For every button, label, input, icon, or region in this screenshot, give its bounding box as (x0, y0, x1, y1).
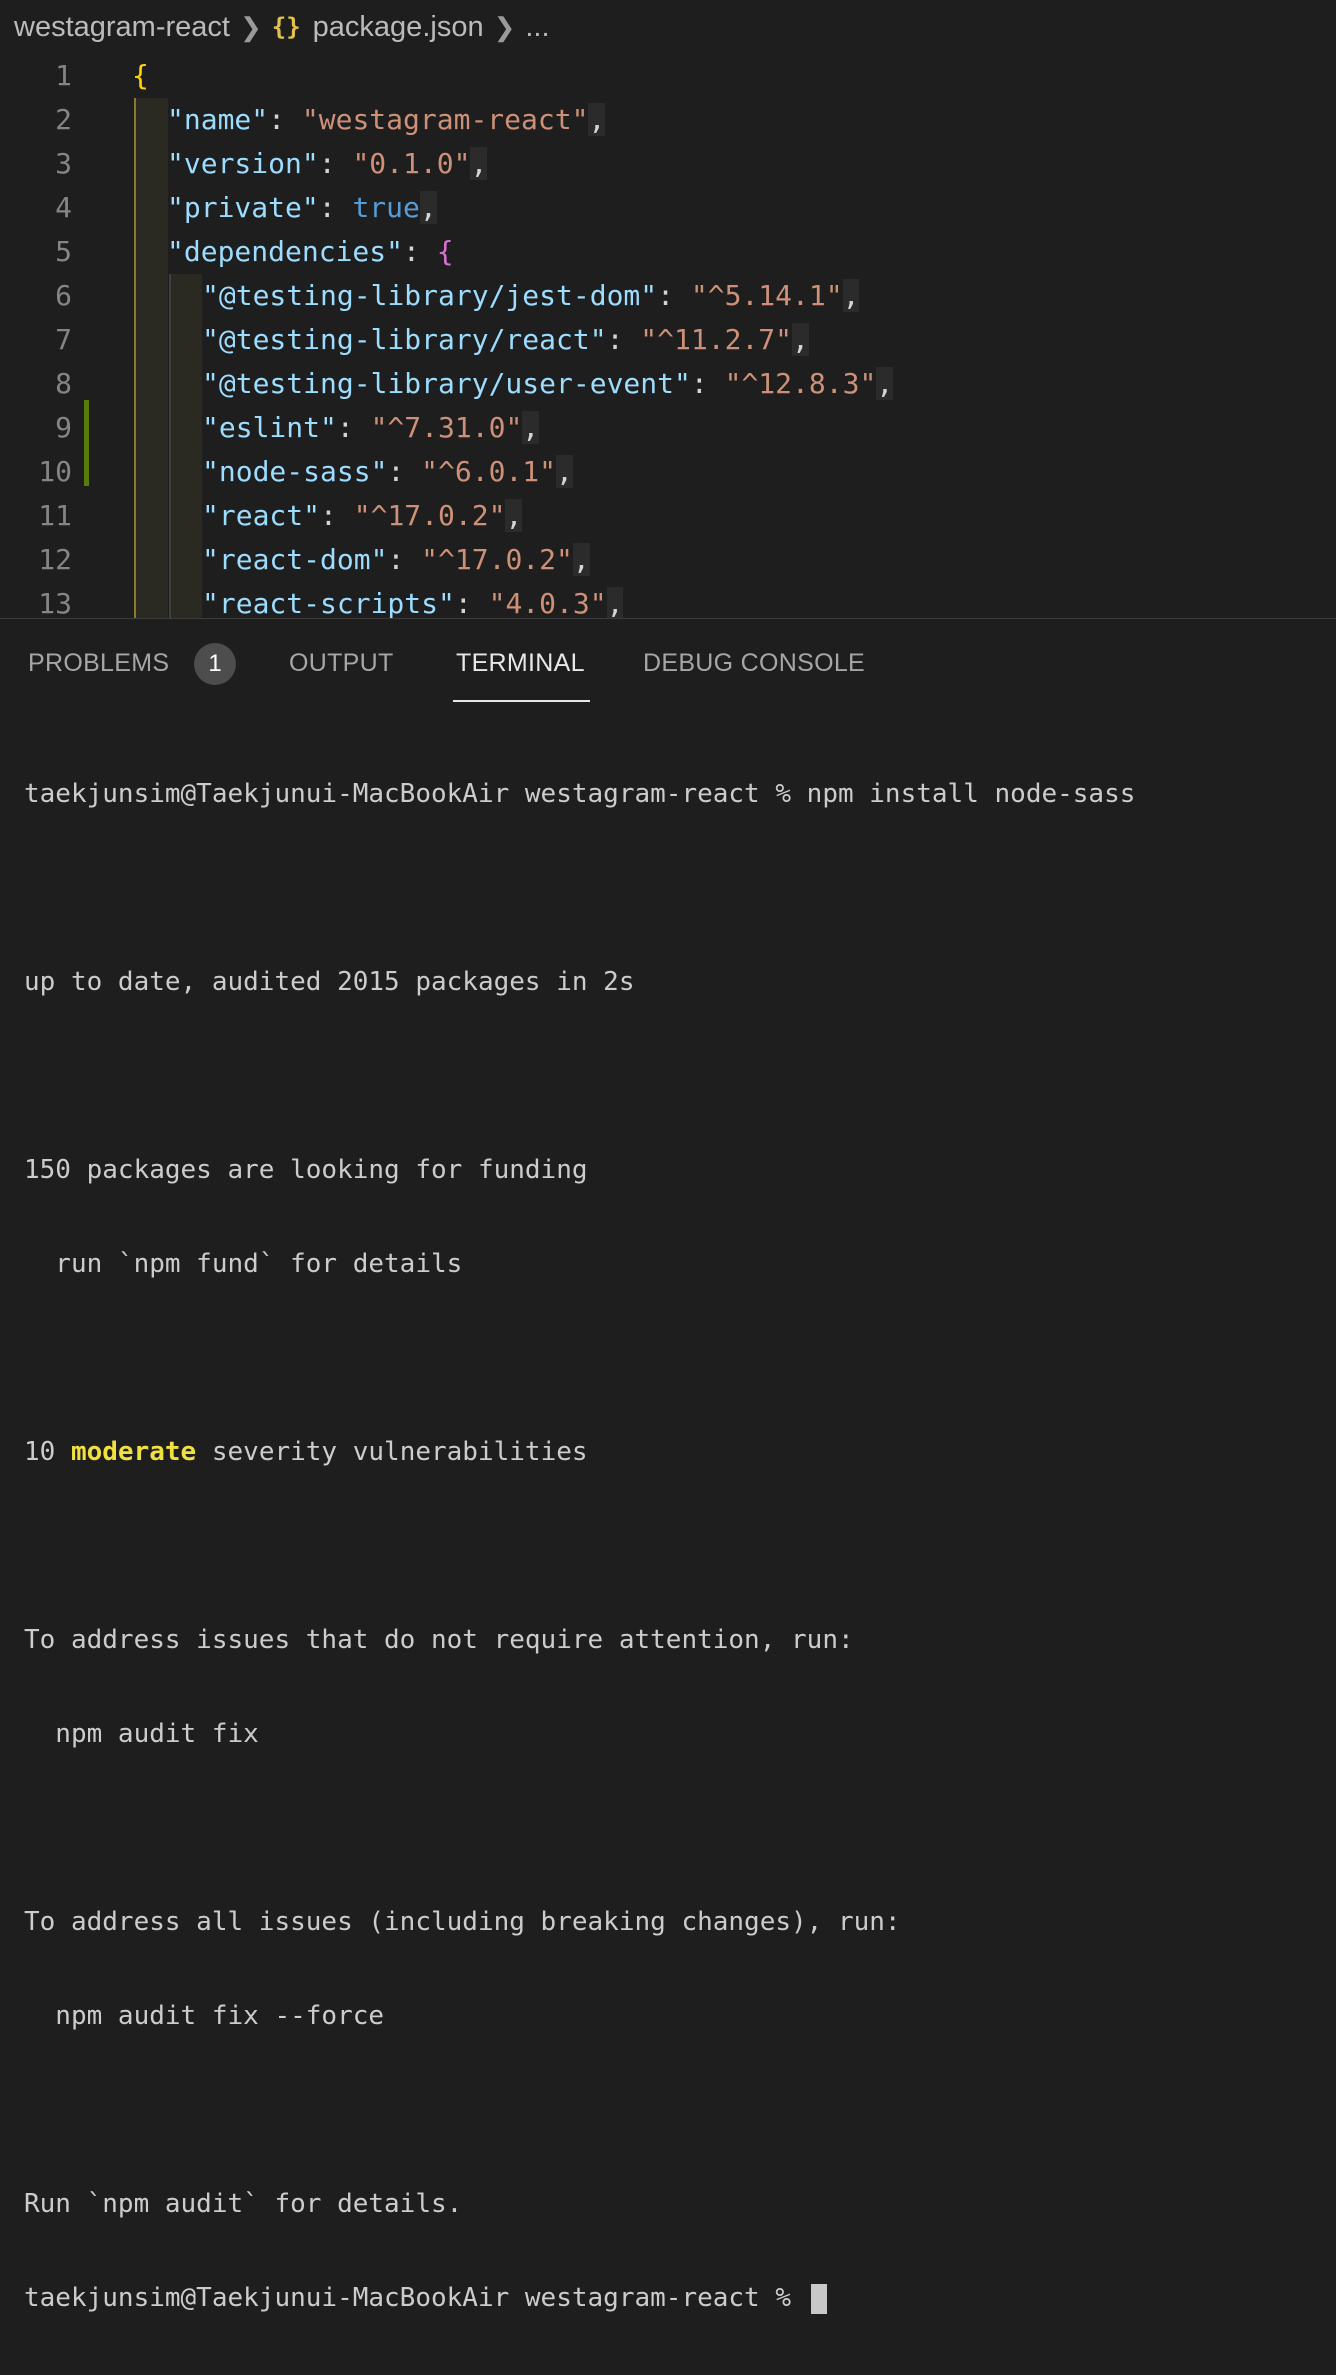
terminal-line: run `npm fund` for details (24, 1249, 463, 1279)
json-key: "@testing-library/react" (202, 323, 607, 356)
terminal-line: npm audit fix (24, 1719, 259, 1749)
line-number: 11 (38, 499, 72, 532)
json-key: "react" (202, 499, 321, 532)
chevron-right-icon: ❯ (493, 11, 516, 42)
code-editor[interactable]: 1 { 2 "name": "westagram-react", 3 "vers… (0, 54, 1336, 618)
line-number: 7 (55, 323, 72, 356)
line-number: 9 (55, 411, 72, 444)
terminal-line: 10 moderate severity vulnerabilities (24, 1435, 1135, 1469)
code-line: 13 "react-scripts": "4.0.3", (0, 582, 1336, 618)
breadcrumb-more[interactable]: ... (525, 11, 549, 44)
chevron-right-icon: ❯ (239, 11, 262, 42)
json-value: "4.0.3" (488, 587, 607, 618)
json-value: "^6.0.1" (421, 455, 557, 488)
json-key: "version" (167, 147, 319, 180)
line-number: 6 (55, 279, 72, 312)
line-number: 8 (55, 367, 72, 400)
json-value: "^7.31.0" (370, 411, 523, 444)
json-value: "^11.2.7" (640, 323, 793, 356)
tab-terminal[interactable]: TERMINAL (456, 649, 585, 678)
json-key: "dependencies" (167, 235, 404, 268)
json-value: "^12.8.3" (724, 367, 877, 400)
json-value: "^17.0.2" (421, 543, 573, 576)
line-number: 1 (55, 59, 72, 92)
code-line: 11 "react": "^17.0.2", (0, 494, 1336, 538)
line-number: 13 (38, 587, 72, 618)
terminal-prompt-line: taekjunsim@Taekjunui-MacBookAir westagra… (24, 2281, 1135, 2315)
line-number: 4 (55, 191, 72, 224)
json-file-icon: {} (271, 13, 301, 41)
active-tab-indicator (453, 700, 590, 702)
tab-output[interactable]: OUTPUT (289, 649, 394, 678)
json-key: "@testing-library/jest-dom" (202, 279, 658, 312)
code-line: 3 "version": "0.1.0", (0, 142, 1336, 186)
code-line: 6 "@testing-library/jest-dom": "^5.14.1"… (0, 274, 1336, 318)
json-value: "^5.14.1" (690, 279, 843, 312)
code-line: 7 "@testing-library/react": "^11.2.7", (0, 318, 1336, 362)
line-number: 12 (38, 543, 72, 576)
json-key: "node-sass" (202, 455, 388, 488)
code-line: 4 "private": true, (0, 186, 1336, 230)
open-brace: { (132, 59, 149, 92)
bottom-panel: PROBLEMS 1 OUTPUT TERMINAL DEBUG CONSOLE… (0, 618, 1336, 2314)
vuln-severity: moderate (70, 1437, 197, 1467)
code-line: 10 "node-sass": "^6.0.1", (0, 450, 1336, 494)
json-key: "eslint" (202, 411, 337, 444)
breadcrumb-folder[interactable]: westagram-react (14, 11, 230, 44)
terminal-prompt: taekjunsim@Taekjunui-MacBookAir westagra… (24, 2283, 807, 2313)
breadcrumb: westagram-react ❯ {} package.json ❯ ... (0, 0, 1336, 54)
line-number: 2 (55, 103, 72, 136)
terminal-output[interactable]: taekjunsim@Taekjunui-MacBookAir westagra… (24, 717, 1135, 2375)
json-key: "react-scripts" (202, 587, 455, 618)
line-number: 3 (55, 147, 72, 180)
problems-count-badge: 1 (194, 643, 236, 685)
terminal-line: npm audit fix --force (24, 2001, 385, 2031)
code-line: 5 "dependencies": { (0, 230, 1336, 274)
line-number: 10 (38, 455, 72, 488)
vuln-count: 10 (24, 1437, 71, 1467)
tab-debug-console[interactable]: DEBUG CONSOLE (643, 649, 865, 678)
code-line: 9 "eslint": "^7.31.0", (0, 406, 1336, 450)
terminal-line: taekjunsim@Taekjunui-MacBookAir westagra… (24, 779, 1136, 809)
terminal-line: 150 packages are looking for funding (24, 1155, 588, 1185)
terminal-line: To address issues that do not require at… (24, 1625, 854, 1655)
json-key: "private" (167, 191, 319, 224)
tab-problems[interactable]: PROBLEMS (28, 649, 169, 678)
code-line: 8 "@testing-library/user-event": "^12.8.… (0, 362, 1336, 406)
json-key: "name" (167, 103, 269, 136)
json-value: "^17.0.2" (353, 499, 506, 532)
panel-tabs: PROBLEMS 1 OUTPUT TERMINAL DEBUG CONSOLE (0, 619, 1336, 711)
terminal-line: up to date, audited 2015 packages in 2s (24, 967, 635, 997)
json-key: "react-dom" (202, 543, 388, 576)
json-value: "westagram-react" (301, 103, 589, 136)
terminal-line: Run `npm audit` for details. (24, 2189, 463, 2219)
code-line: 1 { (0, 54, 1336, 98)
vuln-text: severity vulnerabilities (196, 1437, 588, 1467)
json-value: true (352, 191, 420, 224)
code-line: 2 "name": "westagram-react", (0, 98, 1336, 142)
code-line: 12 "react-dom": "^17.0.2", (0, 538, 1336, 582)
terminal-cursor[interactable] (810, 2283, 827, 2314)
breadcrumb-file[interactable]: package.json (313, 11, 484, 44)
json-key: "@testing-library/user-event" (202, 367, 691, 400)
terminal-line: To address all issues (including breakin… (24, 1907, 901, 1937)
line-number: 5 (55, 235, 72, 268)
json-value: "0.1.0" (352, 147, 471, 180)
